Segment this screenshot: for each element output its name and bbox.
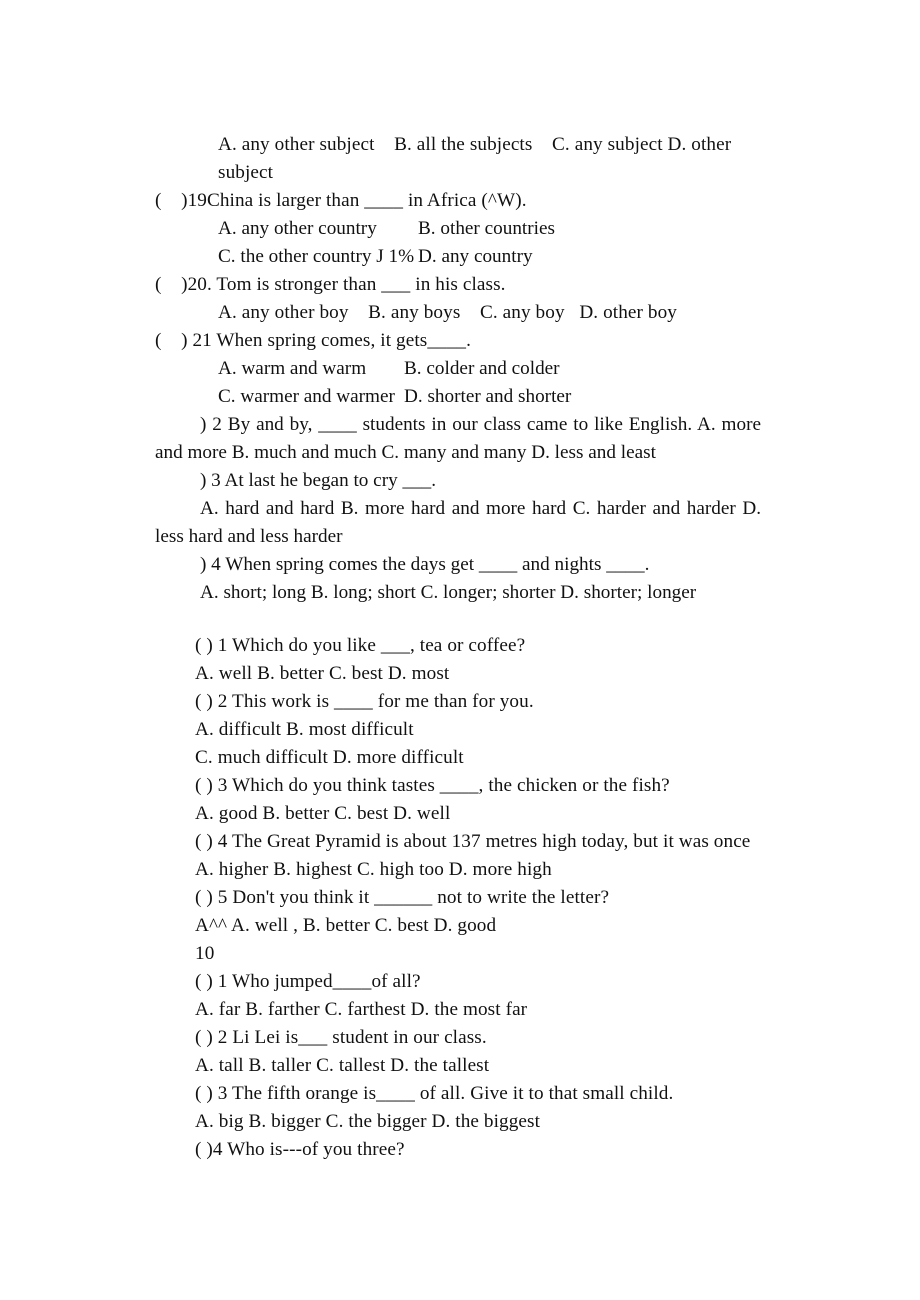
options-paragraph-4: A. short; long B. long; short C. longer;… <box>200 582 697 603</box>
options-row: A. any other country B. other countries <box>155 215 761 243</box>
question-line-19: ( )19China is larger than ____ in Africa… <box>155 190 527 211</box>
question-line: ( ) 2 Li Lei is___ student in our class. <box>195 1027 487 1048</box>
options-line: A. good B. better C. best D. well <box>195 803 451 824</box>
document-page: A. any other subject B. all the subjects… <box>0 0 920 1300</box>
question-line: ( ) 2 This work is ____ for me than for … <box>195 691 534 712</box>
question-line: ( ) 3 The fifth orange is____ of all. Gi… <box>195 1083 674 1104</box>
options-line: A. higher B. highest C. high too D. more… <box>195 859 552 880</box>
question-paragraph-3: ) 3 At last he began to cry ___. <box>200 470 437 491</box>
question-line-21: ( ) 21 When spring comes, it gets____. <box>155 330 472 351</box>
option-d: D. any country <box>418 246 533 267</box>
question-line: ( ) 3 Which do you think tastes ____, th… <box>195 775 670 796</box>
question-line: ( )4 Who is---of you three? <box>195 1139 405 1160</box>
question-paragraph-2: ) 2 By and by, ____ students in our clas… <box>155 414 761 463</box>
question-paragraph-4: ) 4 When spring comes the days get ____ … <box>200 554 650 575</box>
options-line: A. well B. better C. best D. most <box>195 663 450 684</box>
option-c: C. warmer and warmer <box>218 386 395 407</box>
options-line: A^^ A. well , B. better C. best D. good <box>195 915 497 936</box>
options-line: A. any other boy B. any boys C. any boy … <box>218 302 677 323</box>
option-c: C. the other country J 1% <box>218 246 415 267</box>
text-column-block-two: ( ) 1 Which do you like ___, tea or coff… <box>195 632 765 1164</box>
question-line: ( ) 4 The Great Pyramid is about 137 met… <box>195 831 751 852</box>
option-b: B. other countries <box>418 218 555 239</box>
question-line-20: ( )20. Tom is stronger than ___ in his c… <box>155 274 506 295</box>
question-line: ( ) 1 Which do you like ___, tea or coff… <box>195 635 526 656</box>
options-line: C. much difficult D. more difficult <box>195 747 464 768</box>
options-row: A. warm and warm B. colder and colder <box>155 355 761 383</box>
options-row: C. warmer and warmer D. shorter and short… <box>155 383 761 411</box>
option-a: A. warm and warm <box>218 358 367 379</box>
options-line: A. tall B. taller C. tallest D. the tall… <box>195 1055 490 1076</box>
option-b: B. colder and colder <box>404 358 560 379</box>
question-line: ( ) 5 Don't you think it ______ not to w… <box>195 887 610 908</box>
text-column-block-one: A. any other subject B. all the subjects… <box>155 131 761 607</box>
options-line: A. difficult B. most difficult <box>195 719 414 740</box>
options-line: A. far B. farther C. farthest D. the mos… <box>195 999 528 1020</box>
options-row: C. the other country J 1% D. any country <box>155 243 761 271</box>
options-line: A. any other subject B. all the subjects… <box>218 134 737 183</box>
question-line: ( ) 1 Who jumped____of all? <box>195 971 421 992</box>
options-line: A. big B. bigger C. the bigger D. the bi… <box>195 1111 541 1132</box>
options-paragraph-3: A. hard and hard B. more hard and more h… <box>155 498 761 547</box>
option-a: A. any other country <box>218 218 377 239</box>
option-d: D. shorter and shorter <box>404 386 572 407</box>
page-number-marker: 10 <box>195 943 215 964</box>
